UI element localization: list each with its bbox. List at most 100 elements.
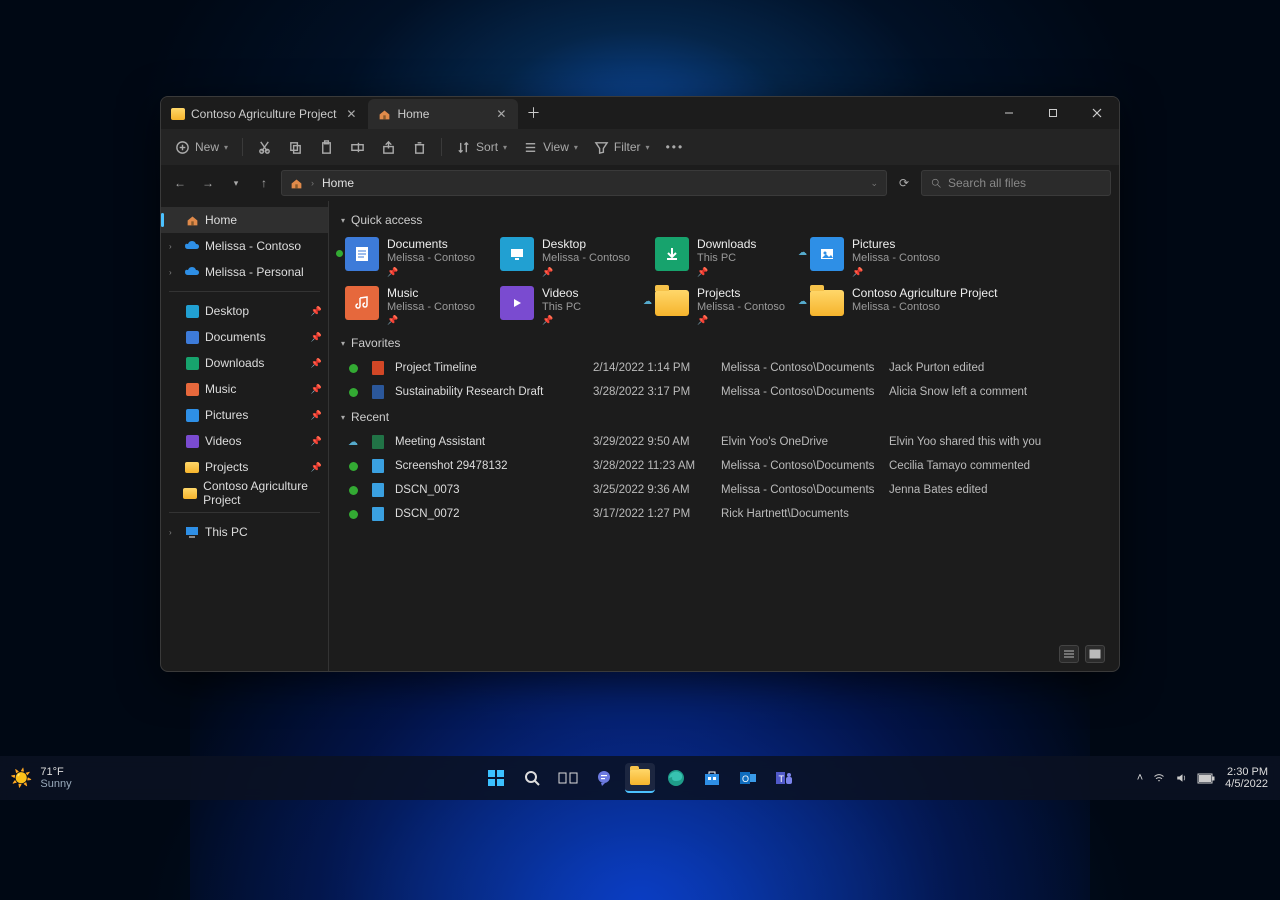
tab-close-icon[interactable]: ✕ [492, 105, 510, 123]
sidebar-item-videos[interactable]: Videos📌 [161, 428, 328, 454]
sidebar-item-downloads[interactable]: Downloads📌 [161, 350, 328, 376]
taskbar-app-outlook[interactable]: O [733, 763, 763, 793]
copy-button[interactable] [282, 136, 309, 159]
taskbar-app-teams[interactable]: T [769, 763, 799, 793]
pin-icon: 📌 [311, 410, 322, 421]
file-row[interactable]: DSCN_00733/25/2022 9:36 AMMelissa - Cont… [341, 478, 1107, 502]
sidebar-item-melissa-personal[interactable]: ›Melissa - Personal [161, 259, 328, 285]
documents-icon [185, 330, 199, 344]
search-box[interactable]: Search all files [921, 170, 1111, 196]
forward-button[interactable]: → [197, 172, 219, 194]
onedrive-icon [185, 265, 199, 279]
synced-icon [349, 462, 358, 471]
svg-text:O: O [742, 774, 749, 784]
synced-icon [349, 388, 358, 397]
view-button[interactable]: View ▾ [517, 136, 584, 159]
quick-access-projects[interactable]: ☁ProjectsMelissa - Contoso📌 [651, 282, 806, 331]
sort-button[interactable]: Sort ▾ [450, 136, 513, 159]
pin-icon: 📌 [387, 315, 475, 326]
clock[interactable]: 2:30 PM 4/5/2022 [1225, 766, 1268, 790]
back-button[interactable]: ← [169, 172, 191, 194]
more-button[interactable]: ••• [660, 136, 691, 158]
file-row[interactable]: Project Timeline2/14/2022 1:14 PMMelissa… [341, 356, 1107, 380]
cut-button[interactable] [251, 136, 278, 159]
battery-icon[interactable] [1197, 773, 1215, 784]
filter-button[interactable]: Filter ▾ [588, 136, 656, 159]
quick-access-desktop[interactable]: DesktopMelissa - Contoso📌 [496, 233, 651, 282]
taskbar-app-chat[interactable] [589, 763, 619, 793]
music-large-icon [345, 286, 379, 320]
sidebar-item-contoso-agriculture-project[interactable]: Contoso Agriculture Project [161, 480, 328, 506]
up-button[interactable]: ↑ [253, 172, 275, 194]
videos-large-icon [500, 286, 534, 320]
sidebar-item-home[interactable]: Home [161, 207, 328, 233]
tab-home[interactable]: Home✕ [368, 99, 518, 129]
recent-header[interactable]: ▾ Recent [341, 410, 1107, 424]
pin-icon: 📌 [697, 315, 785, 326]
favorites-header[interactable]: ▾ Favorites [341, 336, 1107, 350]
share-button[interactable] [375, 136, 402, 159]
address-bar[interactable]: › Home ⌄ [281, 170, 887, 196]
file-row[interactable]: DSCN_00723/17/2022 1:27 PMRick Hartnett\… [341, 502, 1107, 526]
desktop-icon [185, 304, 199, 318]
quick-access-videos[interactable]: VideosThis PC📌 [496, 282, 651, 331]
sidebar-item-pictures[interactable]: Pictures📌 [161, 402, 328, 428]
file-icon [371, 435, 385, 449]
sidebar-item-this-pc[interactable]: ›This PC [161, 519, 328, 545]
sidebar-item-music[interactable]: Music📌 [161, 376, 328, 402]
minimize-button[interactable] [987, 97, 1031, 129]
taskbar-app-edge[interactable] [661, 763, 691, 793]
quick-access-pictures[interactable]: ☁PicturesMelissa - Contoso📌 [806, 233, 961, 282]
quick-access-contoso-agriculture-project[interactable]: ☁Contoso Agriculture ProjectMelissa - Co… [806, 282, 1006, 331]
quick-access-downloads[interactable]: DownloadsThis PC📌 [651, 233, 806, 282]
refresh-button[interactable]: ⟳ [893, 172, 915, 194]
details-view-button[interactable] [1059, 645, 1079, 663]
recent-locations-button[interactable]: ▾ [225, 172, 247, 194]
file-icon [371, 483, 385, 497]
pictures-icon [185, 408, 199, 422]
maximize-button[interactable] [1031, 97, 1075, 129]
taskbar-app-store[interactable] [697, 763, 727, 793]
thumbnails-view-button[interactable] [1085, 645, 1105, 663]
tab-close-icon[interactable]: ✕ [342, 105, 360, 123]
volume-icon[interactable] [1175, 772, 1187, 784]
file-icon [371, 361, 385, 375]
search-icon [930, 177, 942, 189]
sidebar-item-projects[interactable]: Projects📌 [161, 454, 328, 480]
new-tab-button[interactable]: ＋ [518, 97, 548, 129]
weather-cond: Sunny [40, 778, 71, 790]
close-button[interactable] [1075, 97, 1119, 129]
folder-small-icon [183, 486, 197, 500]
sidebar-item-desktop[interactable]: Desktop📌 [161, 298, 328, 324]
file-row[interactable]: Screenshot 294781323/28/2022 11:23 AMMel… [341, 454, 1107, 478]
synced-icon [349, 486, 358, 495]
delete-button[interactable] [406, 136, 433, 159]
downloads-large-icon [655, 237, 689, 271]
folder-icon: ☁ [810, 286, 844, 320]
desktop-large-icon [500, 237, 534, 271]
music-icon [185, 382, 199, 396]
synced-icon [349, 510, 358, 519]
sidebar-item-documents[interactable]: Documents📌 [161, 324, 328, 350]
file-row[interactable]: Sustainability Research Draft3/28/2022 3… [341, 380, 1107, 404]
taskbar-app-start[interactable] [481, 763, 511, 793]
file-row[interactable]: ☁Meeting Assistant3/29/2022 9:50 AMElvin… [341, 430, 1107, 454]
quick-access-documents[interactable]: DocumentsMelissa - Contoso📌 [341, 233, 496, 282]
quick-access-header[interactable]: ▾ Quick access [341, 213, 1107, 227]
tab-contoso-agriculture-project[interactable]: Contoso Agriculture Project✕ [161, 99, 368, 129]
rename-button[interactable] [344, 136, 371, 159]
weather-widget[interactable]: ☀️ 71°F Sunny [0, 766, 82, 790]
filter-label: Filter [614, 140, 641, 154]
taskbar: ☀️ 71°F Sunny O T ˄ 2:30 PM 4/5/2022 [0, 756, 1280, 800]
taskbar-app-taskview[interactable] [553, 763, 583, 793]
taskbar-app-search[interactable] [517, 763, 547, 793]
wifi-icon[interactable] [1153, 772, 1165, 784]
sidebar-item-melissa-contoso[interactable]: ›Melissa - Contoso [161, 233, 328, 259]
tray-overflow-icon[interactable]: ˄ [1137, 772, 1143, 784]
paste-button[interactable] [313, 136, 340, 159]
pin-icon: 📌 [311, 332, 322, 343]
taskbar-app-explorer[interactable] [625, 763, 655, 793]
quick-access-music[interactable]: MusicMelissa - Contoso📌 [341, 282, 496, 331]
documents-large-icon [345, 237, 379, 271]
new-button[interactable]: New ▾ [169, 136, 234, 159]
